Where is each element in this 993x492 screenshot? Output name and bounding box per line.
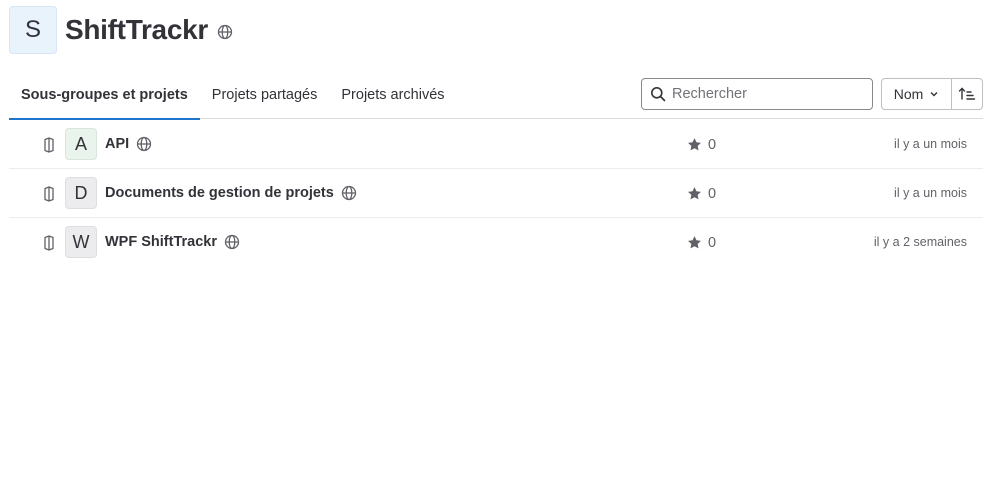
globe-icon — [224, 234, 240, 250]
star-count[interactable]: 0 — [687, 120, 716, 169]
sort-ascending-icon — [958, 86, 976, 102]
project-row[interactable]: W WPF ShiftTrackr 0 il y a 2 semaines — [9, 218, 983, 267]
project-avatar[interactable]: W — [65, 226, 97, 258]
chevron-down-icon — [929, 89, 939, 99]
star-count-value: 0 — [708, 234, 717, 251]
updated-time: il y a un mois — [894, 186, 967, 200]
search-icon — [650, 86, 666, 102]
globe-icon — [341, 185, 357, 201]
globe-icon — [217, 24, 233, 40]
star-count[interactable]: 0 — [687, 169, 716, 218]
tabs-bar: Sous-groupes et projets Projets partagés… — [9, 70, 983, 120]
project-name-link[interactable]: API — [105, 136, 129, 152]
star-count[interactable]: 0 — [687, 218, 716, 267]
project-name-wrap: API — [105, 120, 152, 168]
search-box — [641, 78, 873, 110]
tab-subgroups-and-projects[interactable]: Sous-groupes et projets — [9, 70, 200, 120]
tab-list: Sous-groupes et projets Projets partagés… — [9, 70, 457, 120]
project-avatar[interactable]: D — [65, 177, 97, 209]
project-list: A API 0 il y a un mois D Documents de ge… — [9, 120, 983, 267]
updated-time: il y a 2 semaines — [873, 235, 967, 249]
project-icon — [42, 186, 56, 202]
star-count-value: 0 — [708, 136, 717, 153]
sort-direction-button[interactable] — [951, 78, 983, 110]
project-name-link[interactable]: WPF ShiftTrackr — [105, 234, 217, 250]
updated-time: il y a un mois — [894, 137, 967, 151]
project-name-wrap: Documents de gestion de projets — [105, 169, 357, 217]
star-count-value: 0 — [708, 185, 717, 202]
project-icon — [42, 235, 56, 251]
sort-dropdown[interactable]: Nom — [881, 78, 952, 110]
star-icon — [687, 137, 702, 152]
globe-icon — [136, 136, 152, 152]
star-icon — [687, 235, 702, 250]
project-row[interactable]: D Documents de gestion de projets 0 il y… — [9, 169, 983, 218]
group-title: ShiftTrackr — [65, 14, 208, 45]
sort-label: Nom — [893, 86, 924, 102]
project-avatar[interactable]: A — [65, 128, 97, 160]
tab-shared-projects[interactable]: Projets partagés — [200, 70, 330, 119]
search-input[interactable] — [670, 85, 860, 103]
group-header: S ShiftTrackr — [9, 6, 233, 54]
star-icon — [687, 186, 702, 201]
project-name-wrap: WPF ShiftTrackr — [105, 218, 240, 266]
project-name-link[interactable]: Documents de gestion de projets — [105, 185, 334, 201]
project-icon — [42, 137, 56, 153]
tab-archived-projects[interactable]: Projets archivés — [329, 70, 456, 119]
group-avatar[interactable]: S — [9, 6, 57, 54]
project-row[interactable]: A API 0 il y a un mois — [9, 120, 983, 169]
